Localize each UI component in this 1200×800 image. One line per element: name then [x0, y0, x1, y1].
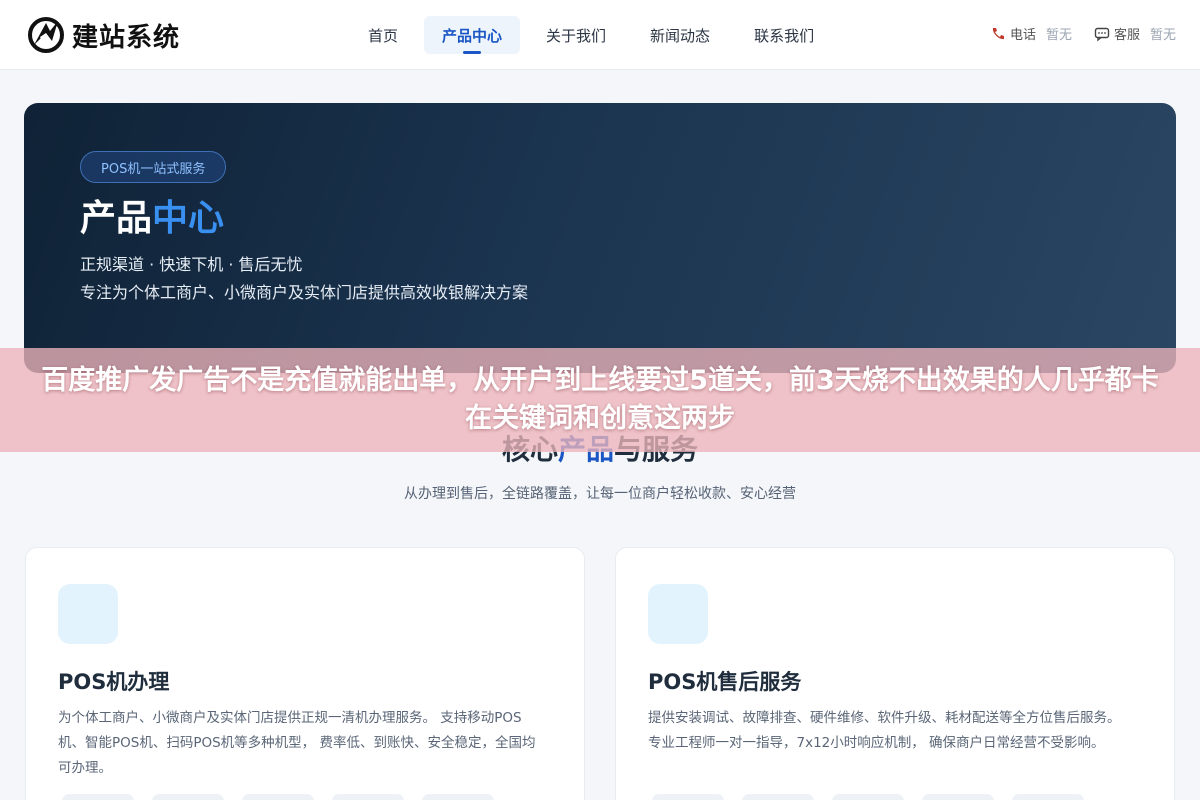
site-name: 建站系统	[72, 22, 181, 53]
service-card-pos-apply[interactable]: POS机办理 为个体工商户、小微商户及实体门店提供正规一清机办理服务。 支持移动…	[25, 547, 585, 800]
phone-value: 暂无	[1045, 28, 1072, 43]
phone-contact[interactable]: 电话	[990, 24, 1036, 43]
page: 建站系统 首页 产品中心 关于我们 新闻动态 联系我们 电话 暂无 客服 暂无 …	[0, 0, 1200, 800]
card-tag	[242, 794, 314, 800]
service-value: 暂无	[1149, 28, 1176, 43]
site-header: 建站系统 首页 产品中心 关于我们 新闻动态 联系我们 电话 暂无 客服 暂无	[0, 0, 1200, 70]
card-description: 为个体工商户、小微商户及实体门店提供正规一清机办理服务。 支持移动POS机、智能…	[58, 710, 536, 776]
section-subtitle: 从办理到售后，全链路覆盖，让每一位商户轻松收款、安心经营	[404, 486, 796, 502]
card-tag	[742, 794, 814, 800]
nav-item-products[interactable]: 产品中心	[424, 16, 521, 54]
logo-icon	[28, 17, 64, 53]
card-title: POS机售后服务	[648, 670, 802, 694]
service-label: 客服	[1113, 28, 1140, 43]
header-contact: 电话 暂无 客服 暂无	[990, 24, 1176, 43]
nav-item-contact[interactable]: 联系我们	[736, 16, 832, 54]
card-tag	[922, 794, 994, 800]
hero-tagline: 正规渠道 · 快速下机 · 售后无忧	[80, 255, 303, 274]
card-tags	[62, 794, 494, 800]
card-description: 提供安装调试、故障排查、硬件维修、软件升级、耗材配送等全方位售后服务。 专业工程…	[648, 710, 1121, 751]
nav-item-news[interactable]: 新闻动态	[632, 16, 728, 54]
card-tag	[652, 794, 724, 800]
nav-item-about[interactable]: 关于我们	[528, 16, 624, 54]
card-tag	[1012, 794, 1084, 800]
hero-description: 专注为个体工商户、小微商户及实体门店提供高效收银解决方案	[80, 283, 529, 302]
card-title: POS机办理	[58, 670, 170, 694]
overlay-headline-banner: 百度推广发广告不是充值就能出单，从开户到上线要过5道关，前3天烧不出效果的人几乎…	[0, 348, 1200, 452]
card-tag	[832, 794, 904, 800]
card-tag	[152, 794, 224, 800]
hero-title: 产品中心	[80, 189, 224, 241]
chat-icon	[1094, 27, 1110, 41]
pos-apply-icon	[58, 584, 118, 644]
after-sales-icon	[648, 584, 708, 644]
overlay-headline: 百度推广发广告不是充值就能出单，从开户到上线要过5道关，前3天烧不出效果的人几乎…	[41, 365, 1159, 434]
hero-title-main: 产品	[80, 198, 153, 239]
service-contact[interactable]: 客服	[1094, 24, 1140, 43]
hero-banner: POS机一站式服务 产品中心 正规渠道 · 快速下机 · 售后无忧 专注为个体工…	[24, 103, 1176, 373]
phone-icon	[992, 27, 1004, 39]
site-logo[interactable]: 建站系统	[26, 15, 180, 55]
card-tags	[652, 794, 1084, 800]
main-nav: 首页 产品中心 关于我们 新闻动态 联系我们	[350, 16, 840, 54]
service-card-after-sales[interactable]: POS机售后服务 提供安装调试、故障排查、硬件维修、软件升级、耗材配送等全方位售…	[615, 547, 1175, 800]
hero-badge: POS机一站式服务	[80, 151, 227, 183]
hero-title-accent: 中心	[152, 198, 225, 239]
card-tag	[422, 794, 494, 800]
nav-item-home[interactable]: 首页	[350, 16, 416, 54]
phone-label: 电话	[1009, 28, 1036, 43]
card-tag	[332, 794, 404, 800]
card-tag	[62, 794, 134, 800]
